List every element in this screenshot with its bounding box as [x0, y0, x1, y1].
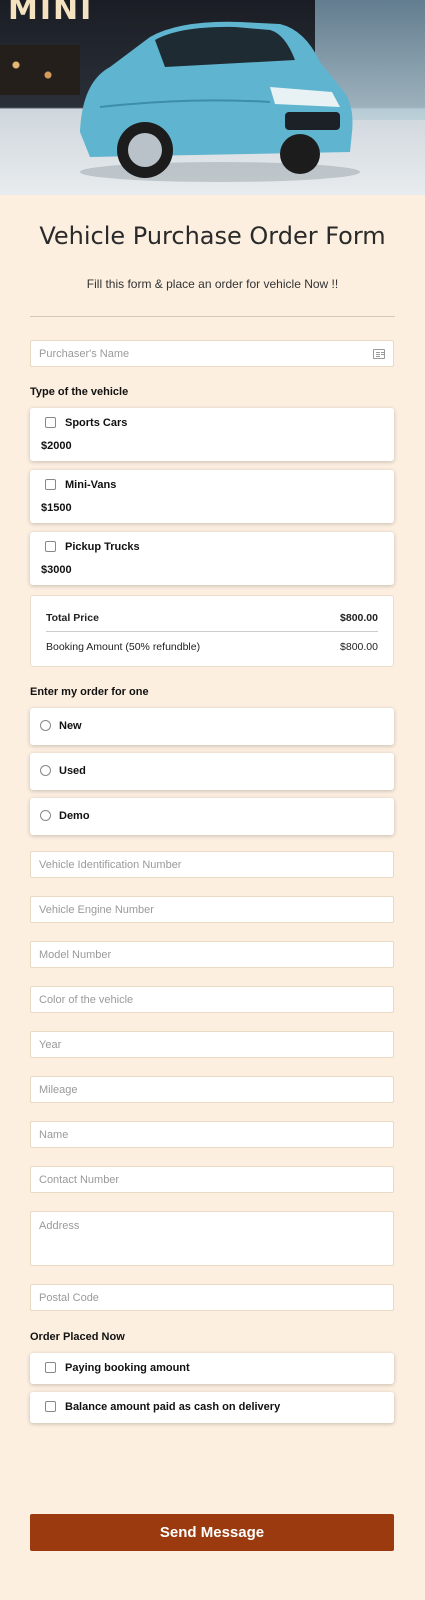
order-option-label: Demo — [59, 810, 90, 822]
model-number-input[interactable] — [31, 942, 393, 967]
vehicle-option-mini-vans[interactable]: Mini-Vans $1500 — [30, 470, 394, 523]
header-divider — [30, 316, 395, 317]
vehicle-option-sports-cars[interactable]: Sports Cars $2000 — [30, 408, 394, 461]
order-option-label: Used — [59, 765, 86, 777]
vin-input[interactable] — [31, 852, 393, 877]
hero-image: MINI — [0, 0, 425, 195]
order-option-demo[interactable]: Demo — [30, 798, 394, 835]
year-input[interactable] — [31, 1032, 393, 1057]
address-field[interactable] — [30, 1211, 394, 1266]
price-summary: Total Price $800.00 Booking Amount (50% … — [30, 595, 394, 667]
car-image — [80, 21, 360, 182]
mileage-field[interactable] — [30, 1076, 394, 1103]
contact-number-field[interactable] — [30, 1166, 394, 1193]
balance-cash-checkbox[interactable] — [45, 1401, 56, 1412]
vin-field[interactable] — [30, 851, 394, 878]
order-placed-option-label: Balance amount paid as cash on delivery — [65, 1401, 281, 1413]
year-field[interactable] — [30, 1031, 394, 1058]
sports-cars-checkbox[interactable] — [45, 417, 56, 428]
booking-amount-label: Booking Amount (50% refundble) — [46, 641, 201, 653]
showroom-lights — [0, 45, 80, 95]
mileage-input[interactable] — [31, 1077, 393, 1102]
purchaser-name-input[interactable] — [31, 341, 393, 366]
postal-code-input[interactable] — [31, 1285, 393, 1310]
order-placed-option-balance[interactable]: Balance amount paid as cash on delivery — [30, 1392, 394, 1423]
order-option-used[interactable]: Used — [30, 753, 394, 790]
vehicle-type-label: Type of the vehicle — [30, 386, 129, 398]
vehicle-option-label: Sports Cars — [65, 417, 128, 429]
order-placed-label: Order Placed Now — [30, 1331, 125, 1343]
vehicle-option-label: Pickup Trucks — [65, 541, 140, 553]
postal-code-field[interactable] — [30, 1284, 394, 1311]
vehicle-color-field[interactable] — [30, 986, 394, 1013]
booking-amount-row: Booking Amount (50% refundble) $800.00 — [46, 641, 378, 653]
contact-number-input[interactable] — [31, 1167, 393, 1192]
name-field[interactable] — [30, 1121, 394, 1148]
new-radio[interactable] — [40, 720, 51, 731]
page-subtitle: Fill this form & place an order for vehi… — [86, 277, 339, 291]
order-for-label: Enter my order for one — [30, 686, 149, 698]
vehicle-color-input[interactable] — [31, 987, 393, 1012]
order-placed-option-booking[interactable]: Paying booking amount — [30, 1353, 394, 1384]
order-option-new[interactable]: New — [30, 708, 394, 745]
total-price-value: $800.00 — [340, 612, 378, 624]
purchaser-name-field[interactable] — [30, 340, 394, 367]
engine-number-field[interactable] — [30, 896, 394, 923]
order-placed-option-label: Paying booking amount — [65, 1362, 190, 1374]
order-option-label: New — [59, 720, 82, 732]
demo-radio[interactable] — [40, 810, 51, 821]
name-input[interactable] — [31, 1122, 393, 1147]
vehicle-option-label: Mini-Vans — [65, 479, 117, 491]
used-radio[interactable] — [40, 765, 51, 776]
address-textarea[interactable] — [31, 1212, 393, 1265]
model-number-field[interactable] — [30, 941, 394, 968]
vehicle-option-price: $2000 — [41, 440, 72, 452]
summary-divider — [46, 631, 378, 632]
engine-number-input[interactable] — [31, 897, 393, 922]
vehicle-option-pickup-trucks[interactable]: Pickup Trucks $3000 — [30, 532, 394, 585]
page-title: Vehicle Purchase Order Form — [39, 222, 386, 250]
total-price-label: Total Price — [46, 612, 99, 624]
vehicle-option-price: $3000 — [41, 564, 72, 576]
booking-amount-value: $800.00 — [340, 641, 378, 653]
send-message-button[interactable]: Send Message — [30, 1514, 394, 1551]
total-price-row: Total Price $800.00 — [46, 612, 378, 624]
paying-booking-checkbox[interactable] — [45, 1362, 56, 1373]
id-card-icon — [373, 349, 385, 359]
pickup-trucks-checkbox[interactable] — [45, 541, 56, 552]
mini-vans-checkbox[interactable] — [45, 479, 56, 490]
vehicle-option-price: $1500 — [41, 502, 72, 514]
